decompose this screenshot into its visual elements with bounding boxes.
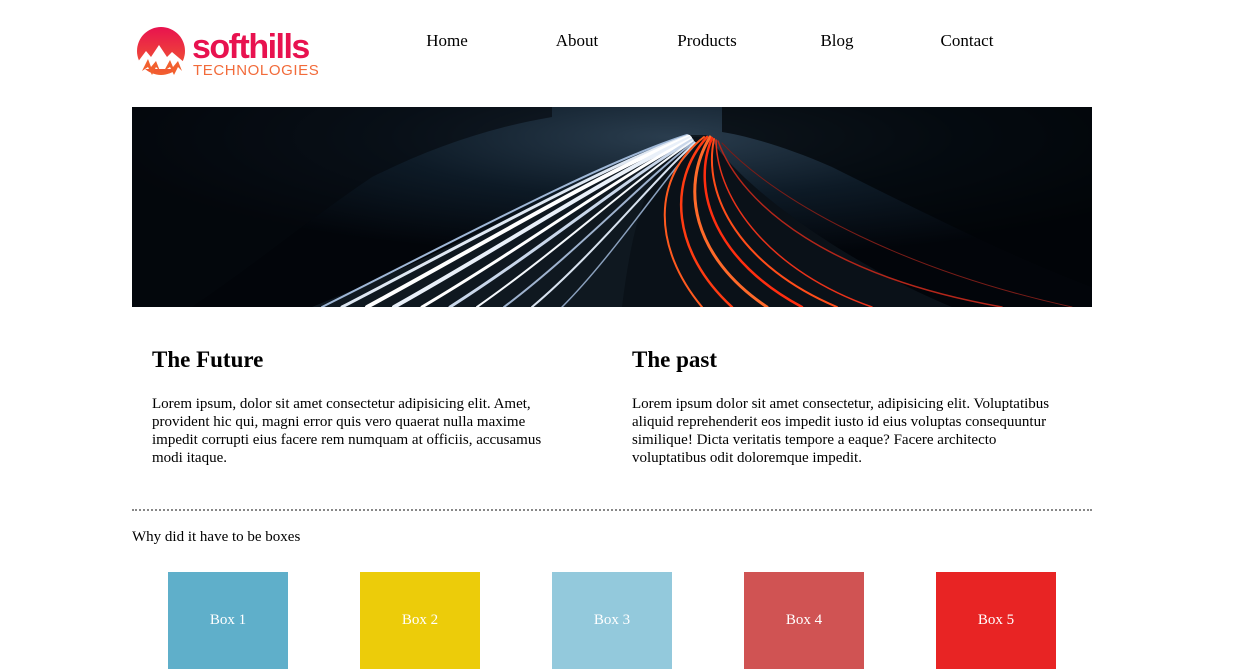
logo-wordmark: softhills (192, 28, 310, 66)
section-divider (132, 509, 1092, 511)
logo-tagline: TECHNOLOGIES (193, 62, 320, 79)
main-nav: Home About Products Blog Contact (380, 31, 1060, 55)
box-2-label: Box 2 (401, 612, 439, 628)
logo-mountain-icon (137, 27, 185, 75)
column-past: The past Lorem ipsum dolor sit amet cons… (632, 345, 1072, 467)
nav-about-link[interactable]: About (512, 31, 642, 51)
box-1: Box 1 (168, 572, 288, 669)
past-heading: The past (632, 347, 717, 372)
box-1-label: Box 1 (209, 612, 247, 628)
hero-banner-image (132, 107, 1092, 307)
boxes-section-title: Why did it have to be boxes (132, 529, 301, 545)
column-future: The Future Lorem ipsum, dolor sit amet c… (152, 345, 572, 467)
logo[interactable]: softhills TECHNOLOGIES (134, 27, 324, 83)
box-2: Box 2 (360, 572, 480, 669)
nav-contact-link[interactable]: Contact (902, 31, 1032, 51)
box-3: Box 3 (552, 572, 672, 669)
box-4: Box 4 (744, 572, 864, 669)
past-text: Lorem ipsum dolor sit amet consectetur, … (632, 396, 1050, 466)
nav-blog-link[interactable]: Blog (772, 31, 902, 51)
box-3-label: Box 3 (593, 612, 631, 628)
nav-home-link[interactable]: Home (382, 31, 512, 51)
box-5: Box 5 (936, 572, 1056, 669)
box-4-label: Box 4 (785, 612, 823, 628)
future-heading: The Future (152, 347, 264, 372)
nav-products-link[interactable]: Products (642, 31, 772, 51)
future-text: Lorem ipsum, dolor sit amet consectetur … (152, 396, 542, 466)
highway-light-trails-image (132, 107, 1092, 307)
box-5-label: Box 5 (977, 612, 1015, 628)
